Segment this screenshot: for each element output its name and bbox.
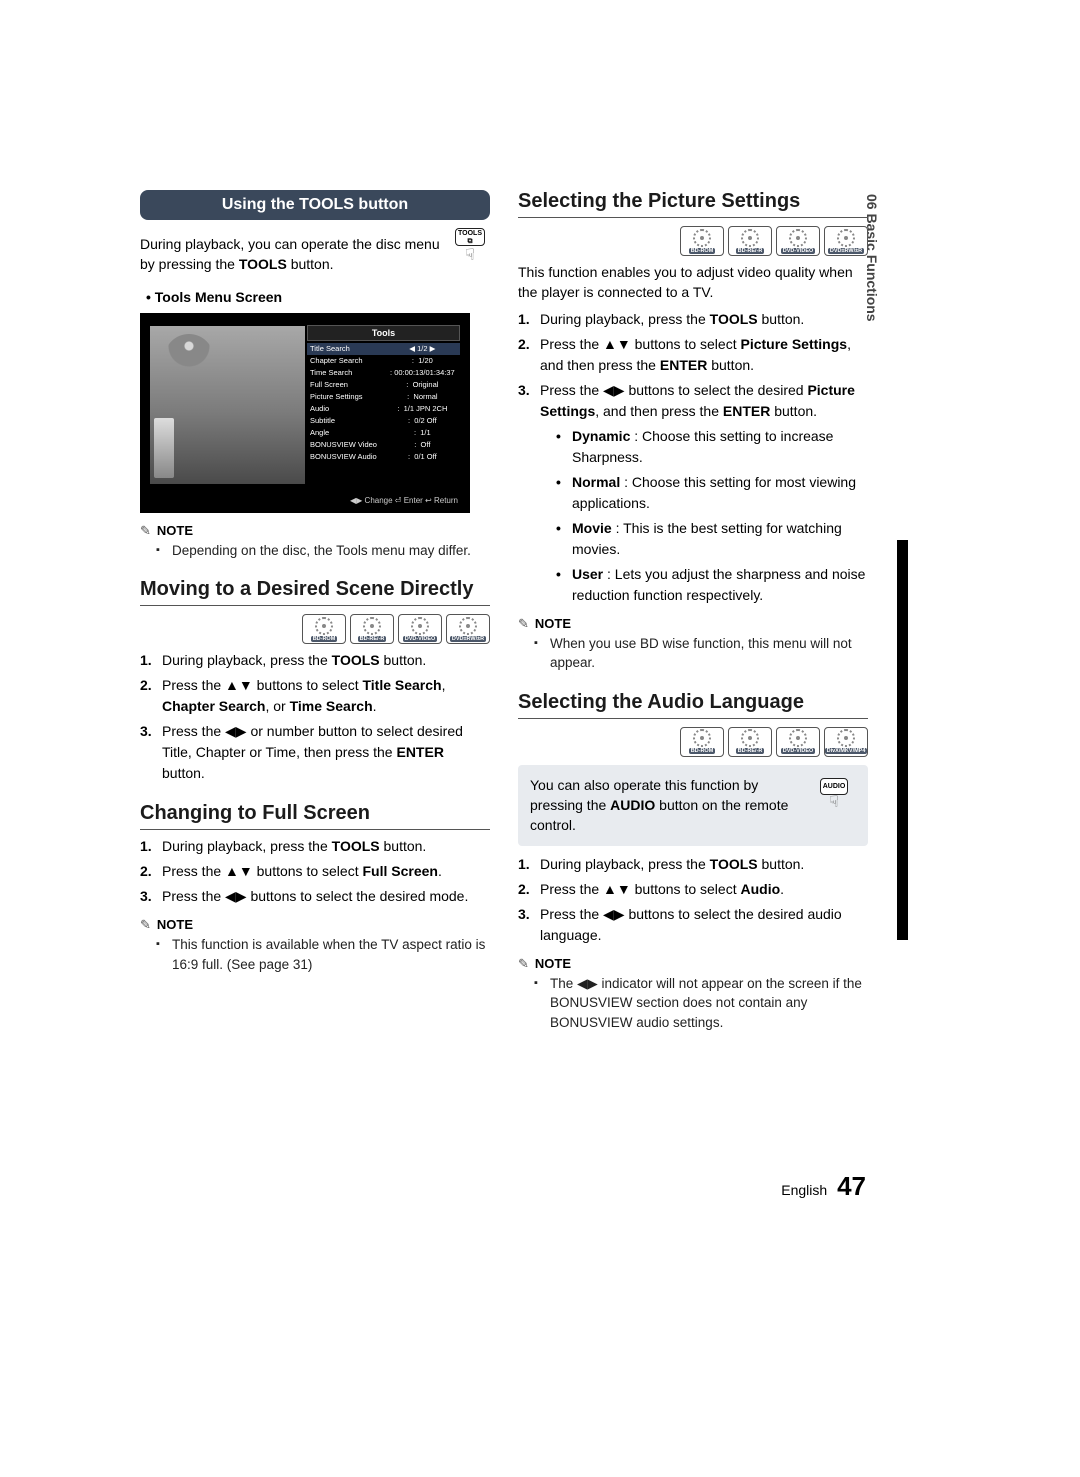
step: Press the ◀▶ or number button to select …: [162, 721, 490, 784]
picture-options: Dynamic : Choose this setting to increas…: [540, 426, 868, 606]
step: During playback, press the TOOLS button.: [162, 836, 490, 857]
page-footer: English 47: [781, 1171, 866, 1202]
disc-badge: BD-RE/-R: [350, 614, 394, 644]
disc-badge: BD-ROM: [680, 727, 724, 757]
step: Press the ◀▶ buttons to select the desir…: [540, 380, 868, 606]
step: Press the ▲▼ buttons to select Picture S…: [540, 334, 868, 376]
step: Press the ◀▶ buttons to select the desir…: [162, 886, 490, 907]
note-heading: NOTE: [140, 917, 490, 933]
hand-icon: ☟: [812, 795, 856, 811]
disc-badge: DVD±RW/±R: [824, 226, 868, 256]
note-item: The ◀▶ indicator will not appear on the …: [550, 974, 868, 1033]
disc-badge: DVD-VIDEO: [776, 727, 820, 757]
disc-badge: BD-RE/-R: [728, 727, 772, 757]
tools-intro: During playback, you can operate the dis…: [140, 228, 490, 281]
osd-table: Title Search◀ 1/2 ▶ Chapter Search: 1/20…: [307, 343, 460, 463]
disc-badge: DVD-VIDEO: [398, 614, 442, 644]
step: During playback, press the TOOLS button.: [540, 309, 868, 330]
osd-panel: Tools Title Search◀ 1/2 ▶ Chapter Search…: [307, 325, 460, 501]
note-item: This function is available when the TV a…: [172, 935, 490, 974]
footer-language: English: [781, 1182, 827, 1198]
note-heading: NOTE: [518, 616, 868, 632]
key-label: TOOLS⧉: [455, 228, 485, 246]
step: Press the ▲▼ buttons to select Audio.: [540, 879, 868, 900]
note-item: Depending on the disc, the Tools menu ma…: [172, 541, 490, 561]
osd-row: Audio: 1/1 JPN 2CH: [307, 403, 460, 415]
heading-tools-button: Using the TOOLS button: [140, 190, 490, 220]
disc-badge: BD-ROM: [302, 614, 346, 644]
disc-badge: DVD-VIDEO: [776, 226, 820, 256]
osd-help-bar: ◀▶ Change ⏎ Enter ↩ Return: [350, 496, 458, 505]
osd-row: BONUSVIEW Audio: 0/1 Off: [307, 451, 460, 463]
osd-row: Picture Settings: Normal: [307, 391, 460, 403]
note-heading: NOTE: [518, 956, 868, 972]
audio-button-icon: AUDIO ☟: [812, 775, 856, 836]
hand-icon: ☟: [450, 248, 490, 264]
disc-badges: BD-ROM BD-RE/-R DVD-VIDEO DVD±RW/±R: [518, 226, 868, 256]
step: During playback, press the TOOLS button.: [540, 854, 868, 875]
disc-badges: BD-ROM BD-RE/-R DVD-VIDEO DivX/MKV/MP4: [518, 727, 868, 757]
heading-audio-language: Selecting the Audio Language: [518, 691, 868, 719]
osd-row: Time Search: 00:00:13/01:34:37: [307, 367, 460, 379]
text-bold: TOOLS: [239, 256, 287, 272]
disc-badge: DVD±RW/±R: [446, 614, 490, 644]
disc-badge: BD-RE/-R: [728, 226, 772, 256]
heading-move-scene: Moving to a Desired Scene Directly: [140, 578, 490, 606]
text-bold: AUDIO: [610, 797, 655, 813]
option: Dynamic : Choose this setting to increas…: [572, 426, 868, 468]
tools-button-icon: TOOLS⧉ ☟: [450, 228, 490, 264]
osd-row: Full Screen: Original: [307, 379, 460, 391]
option: Normal : Choose this setting for most vi…: [572, 472, 868, 514]
steps-move: During playback, press the TOOLS button.…: [140, 650, 490, 784]
option: User : Lets you adjust the sharpness and…: [572, 564, 868, 606]
audio-callout: You can also operate this function by pr…: [518, 765, 868, 846]
disc-badges: BD-ROM BD-RE/-R DVD-VIDEO DVD±RW/±R: [140, 614, 490, 644]
osd-row: Title Search◀ 1/2 ▶: [307, 343, 460, 355]
key-label: AUDIO: [820, 778, 849, 795]
disc-badge: DivX/MKV/MP4: [824, 727, 868, 757]
right-column: Selecting the Picture Settings BD-ROM BD…: [518, 190, 868, 1034]
option: Movie : This is the best setting for wat…: [572, 518, 868, 560]
disc-badge: BD-ROM: [680, 226, 724, 256]
osd-row: Subtitle: 0/2 Off: [307, 415, 460, 427]
osd-row: Chapter Search: 1/20: [307, 355, 460, 367]
thumb-index-bar: [897, 540, 908, 940]
step: Press the ▲▼ buttons to select Full Scre…: [162, 861, 490, 882]
steps-full: During playback, press the TOOLS button.…: [140, 836, 490, 907]
text: button.: [287, 256, 334, 272]
step: Press the ▲▼ buttons to select Title Sea…: [162, 675, 490, 717]
scene-image: [150, 326, 305, 484]
tools-menu-screenshot: Tools Title Search◀ 1/2 ▶ Chapter Search…: [140, 313, 470, 513]
osd-row: BONUSVIEW Video: Off: [307, 439, 460, 451]
steps-picture: During playback, press the TOOLS button.…: [518, 309, 868, 606]
page-number: 47: [837, 1171, 866, 1201]
heading-full-screen: Changing to Full Screen: [140, 802, 490, 830]
steps-audio: During playback, press the TOOLS button.…: [518, 854, 868, 946]
page-content: Using the TOOLS button During playback, …: [140, 190, 870, 1034]
note-item: When you use BD wise function, this menu…: [550, 634, 868, 673]
bullet-tools-screen: • Tools Menu Screen: [146, 287, 490, 307]
osd-row: Angle: 1/1: [307, 427, 460, 439]
note-heading: NOTE: [140, 523, 490, 539]
step: Press the ◀▶ buttons to select the desir…: [540, 904, 868, 946]
heading-picture-settings: Selecting the Picture Settings: [518, 190, 868, 218]
left-column: Using the TOOLS button During playback, …: [140, 190, 490, 1034]
step: During playback, press the TOOLS button.: [162, 650, 490, 671]
picture-intro: This function enables you to adjust vide…: [518, 262, 868, 303]
osd-title: Tools: [307, 325, 460, 341]
